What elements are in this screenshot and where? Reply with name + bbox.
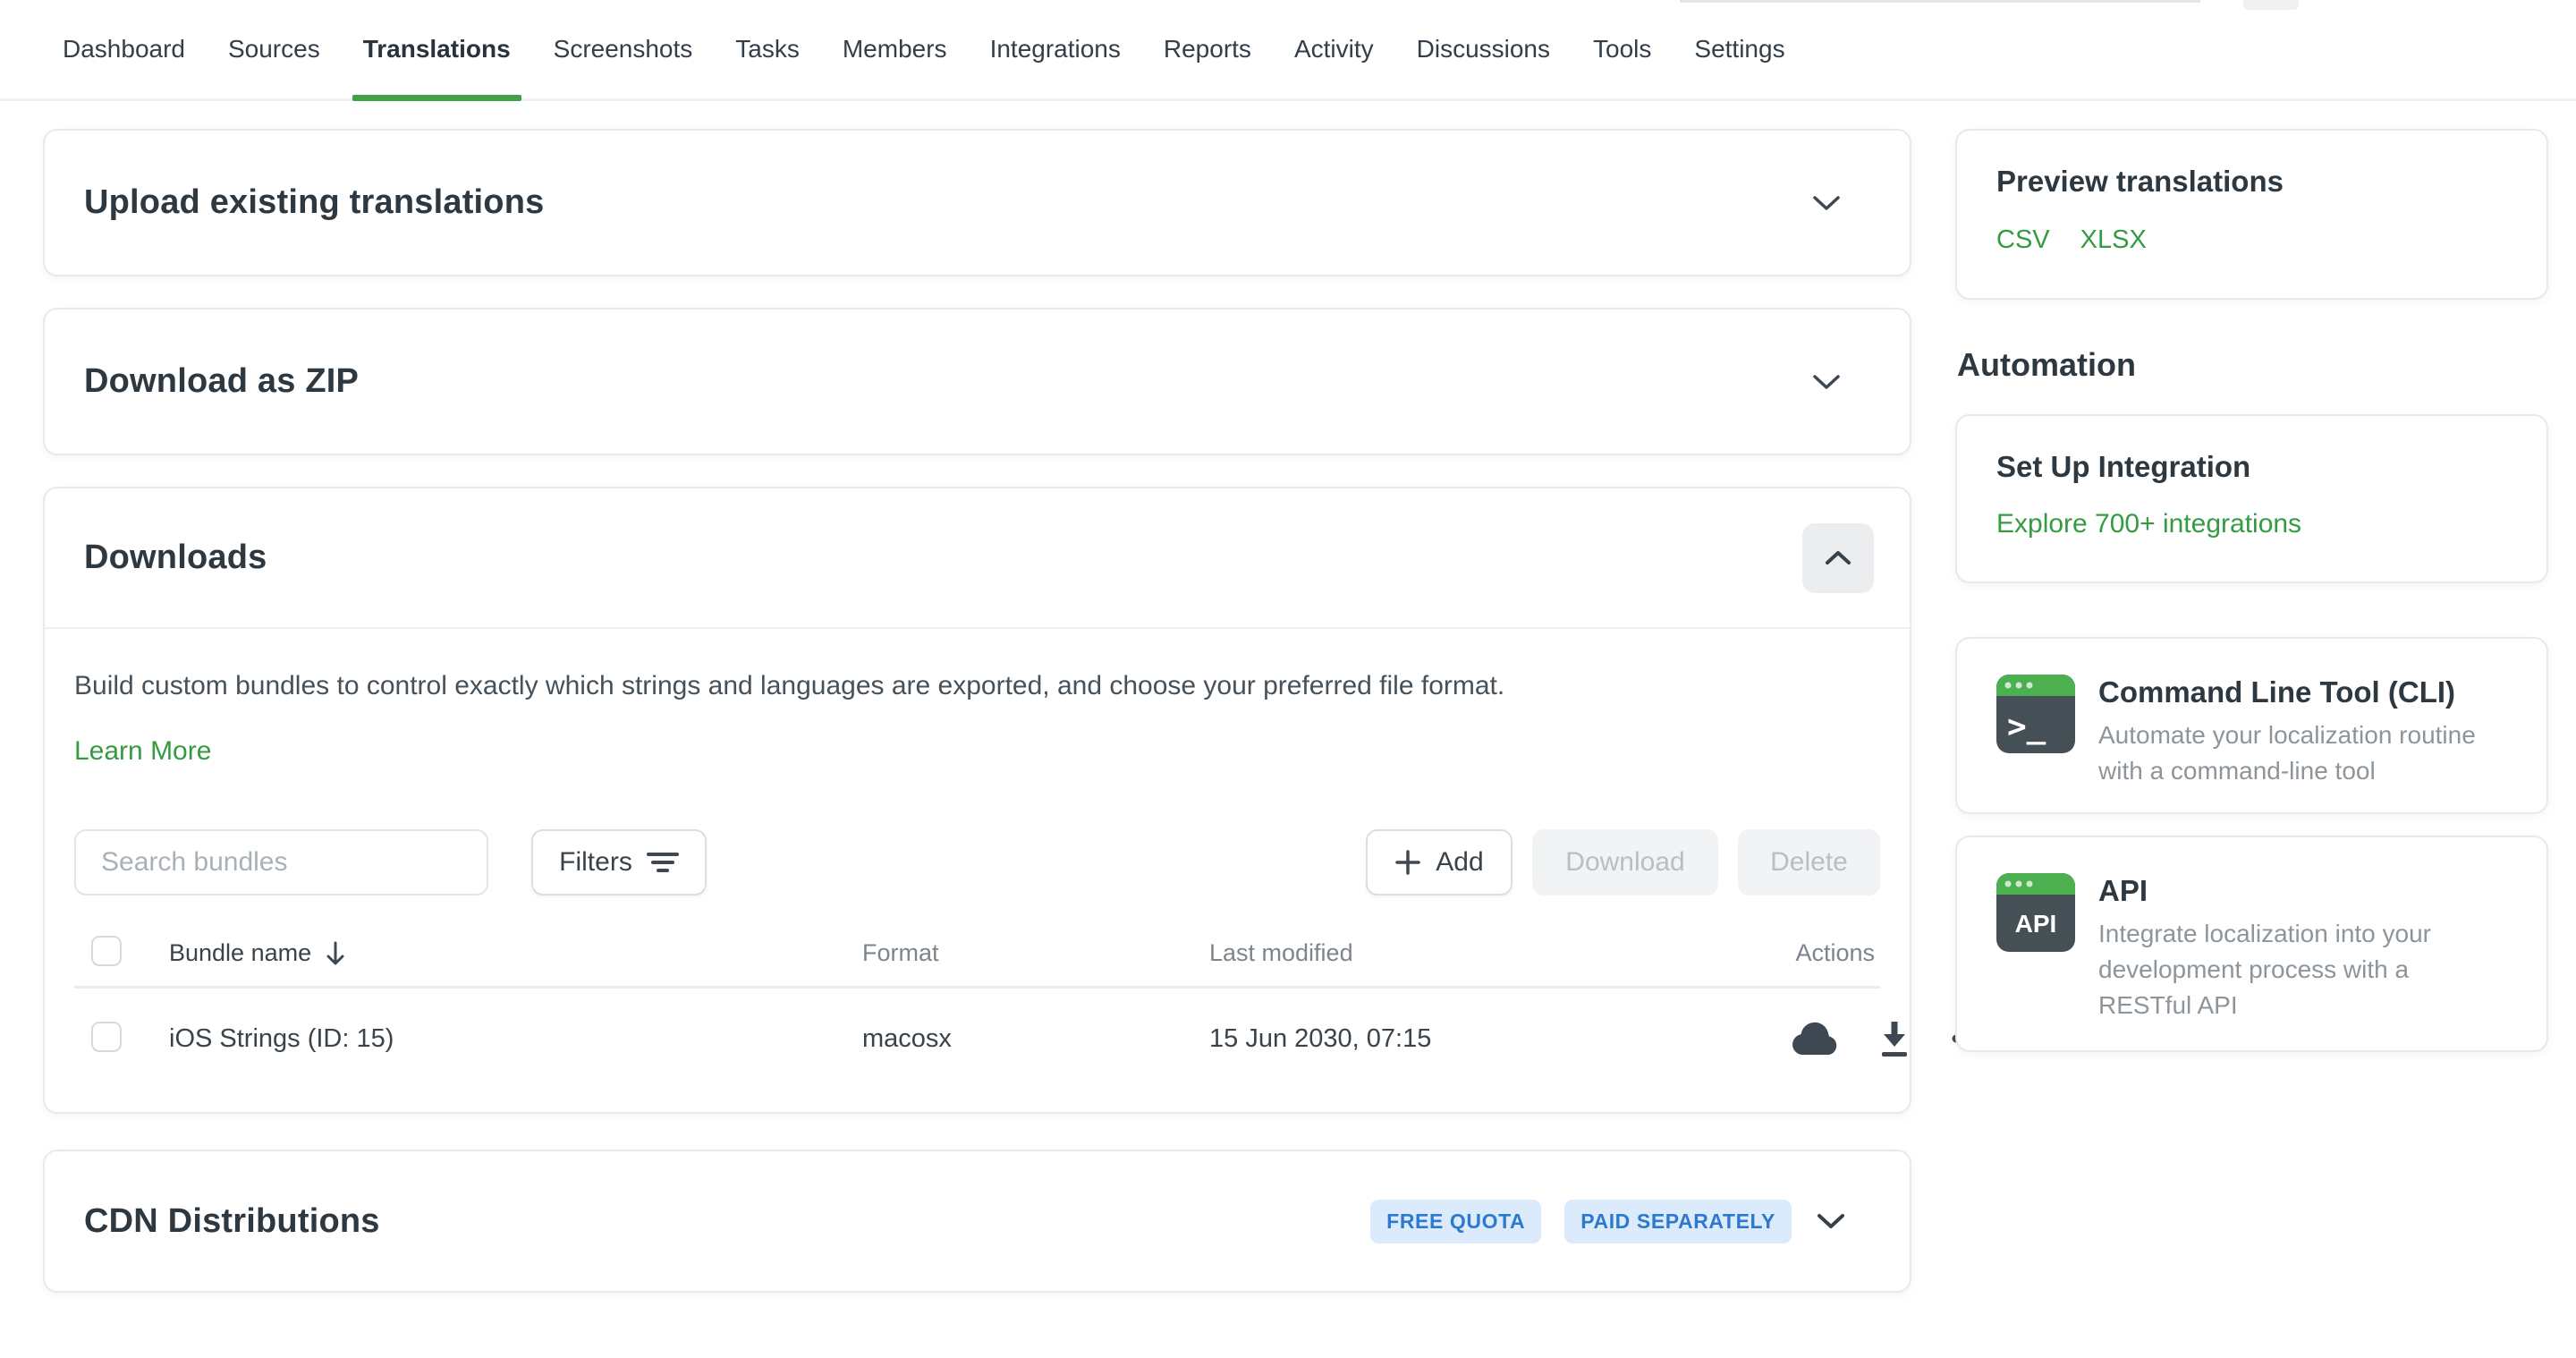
api-window-icon: API xyxy=(1996,873,2075,952)
nav-item-tasks[interactable]: Tasks xyxy=(735,0,800,98)
cutoff-header-element xyxy=(2243,0,2299,10)
nav-item-discussions[interactable]: Discussions xyxy=(1417,0,1550,98)
column-header-actions: Actions xyxy=(1791,939,1880,967)
automation-section-heading: Automation xyxy=(1957,346,2548,384)
cli-description: Automate your localization routine with … xyxy=(2098,717,2507,789)
cutoff-searchbar-edge xyxy=(1680,0,2200,3)
page-content: Upload existing translations Download as… xyxy=(0,101,2576,1293)
bundle-modified-cell: 15 Jun 2030, 07:15 xyxy=(1209,1024,1791,1054)
setup-integration-title: Set Up Integration xyxy=(1996,450,2507,484)
chevron-down-icon[interactable] xyxy=(1811,193,1842,213)
api-title: API xyxy=(2098,873,2507,909)
csv-preview-link[interactable]: CSV xyxy=(1996,225,2050,255)
preview-translations-card: Preview translations CSV XLSX xyxy=(1955,129,2548,300)
cdn-card-title: CDN Distributions xyxy=(84,1202,380,1241)
download-icon xyxy=(1878,1020,1911,1057)
bundles-table-header: Bundle name Format Last modified Actions xyxy=(74,921,1880,989)
svg-text:API: API xyxy=(2015,910,2057,938)
row-checkbox[interactable] xyxy=(91,1022,122,1052)
sidebar: Preview translations CSV XLSX Automation… xyxy=(1955,129,2548,1293)
download-bundle-button[interactable] xyxy=(1878,1020,1911,1057)
api-description: Integrate localization into your develop… xyxy=(2098,916,2507,1023)
chevron-up-icon xyxy=(1824,549,1852,567)
sort-descending-arrow-icon[interactable] xyxy=(324,940,347,967)
filters-button-label: Filters xyxy=(559,847,632,878)
table-row: iOS Strings (ID: 15) macosx 15 Jun 2030,… xyxy=(74,989,1880,1089)
cdn-distributions-card[interactable]: CDN Distributions FREE QUOTA PAID SEPARA… xyxy=(43,1150,1911,1293)
download-button[interactable]: Download xyxy=(1532,829,1718,895)
cloud-build-button[interactable] xyxy=(1791,1022,1839,1056)
xlsx-preview-link[interactable]: XLSX xyxy=(2080,225,2147,255)
upload-existing-translations-card[interactable]: Upload existing translations xyxy=(43,129,1911,276)
chevron-down-icon[interactable] xyxy=(1815,1210,1847,1232)
terminal-icon: >_ xyxy=(1996,675,2075,753)
downloads-card: Downloads Build custom bundles to contro… xyxy=(43,487,1911,1114)
downloads-card-title: Downloads xyxy=(84,539,267,577)
downloads-card-header: Downloads xyxy=(45,488,1910,629)
free-quota-badge: FREE QUOTA xyxy=(1370,1200,1541,1243)
paid-separately-badge: PAID SEPARATELY xyxy=(1564,1200,1792,1243)
learn-more-link[interactable]: Learn More xyxy=(74,736,211,767)
select-all-checkbox[interactable] xyxy=(91,936,122,966)
plus-icon xyxy=(1394,849,1421,876)
nav-item-activity[interactable]: Activity xyxy=(1294,0,1374,98)
nav-item-tools[interactable]: Tools xyxy=(1593,0,1651,98)
downloads-description: Build custom bundles to control exactly … xyxy=(74,666,1880,706)
nav-item-screenshots[interactable]: Screenshots xyxy=(554,0,693,98)
explore-integrations-link[interactable]: Explore 700+ integrations xyxy=(1996,509,2301,539)
filter-lines-icon xyxy=(647,850,679,875)
delete-button[interactable]: Delete xyxy=(1738,829,1880,895)
add-button-label: Add xyxy=(1436,847,1483,878)
bundle-controls: Filters xyxy=(74,829,1880,895)
svg-text:>_: >_ xyxy=(2007,709,2046,745)
preview-translations-title: Preview translations xyxy=(1996,165,2507,199)
cli-card[interactable]: >_ Command Line Tool (CLI) Automate your… xyxy=(1955,637,2548,814)
cli-title: Command Line Tool (CLI) xyxy=(2098,675,2507,710)
nav-item-members[interactable]: Members xyxy=(843,0,947,98)
filters-button[interactable]: Filters xyxy=(531,829,707,895)
column-header-format[interactable]: Format xyxy=(862,939,1209,967)
add-bundle-button[interactable]: Add xyxy=(1366,829,1513,895)
bundle-format-cell: macosx xyxy=(862,1024,1209,1054)
cloud-icon xyxy=(1791,1022,1839,1056)
column-header-last-modified[interactable]: Last modified xyxy=(1209,939,1791,967)
collapse-downloads-button[interactable] xyxy=(1802,523,1874,593)
bundle-name-cell[interactable]: iOS Strings (ID: 15) xyxy=(169,1024,862,1054)
upload-card-title: Upload existing translations xyxy=(84,183,544,222)
column-header-bundle-name[interactable]: Bundle name xyxy=(169,939,311,967)
setup-integration-card: Set Up Integration Explore 700+ integrat… xyxy=(1955,414,2548,583)
nav-item-reports[interactable]: Reports xyxy=(1164,0,1251,98)
downloads-card-body: Build custom bundles to control exactly … xyxy=(45,629,1910,1112)
chevron-down-icon[interactable] xyxy=(1811,372,1842,392)
zip-card-title: Download as ZIP xyxy=(84,362,359,401)
nav-item-translations[interactable]: Translations xyxy=(363,0,511,98)
main-column: Upload existing translations Download as… xyxy=(43,129,1911,1293)
nav-item-sources[interactable]: Sources xyxy=(228,0,320,98)
bundles-table: Bundle name Format Last modified Actions xyxy=(74,921,1880,1089)
api-card[interactable]: API API Integrate localization into your… xyxy=(1955,836,2548,1052)
search-bundles-input[interactable] xyxy=(74,829,488,895)
download-as-zip-card[interactable]: Download as ZIP xyxy=(43,308,1911,455)
nav-item-settings[interactable]: Settings xyxy=(1694,0,1784,98)
top-navigation: Dashboard Sources Translations Screensho… xyxy=(0,0,2576,101)
nav-item-integrations[interactable]: Integrations xyxy=(990,0,1121,98)
nav-item-dashboard[interactable]: Dashboard xyxy=(63,0,185,98)
